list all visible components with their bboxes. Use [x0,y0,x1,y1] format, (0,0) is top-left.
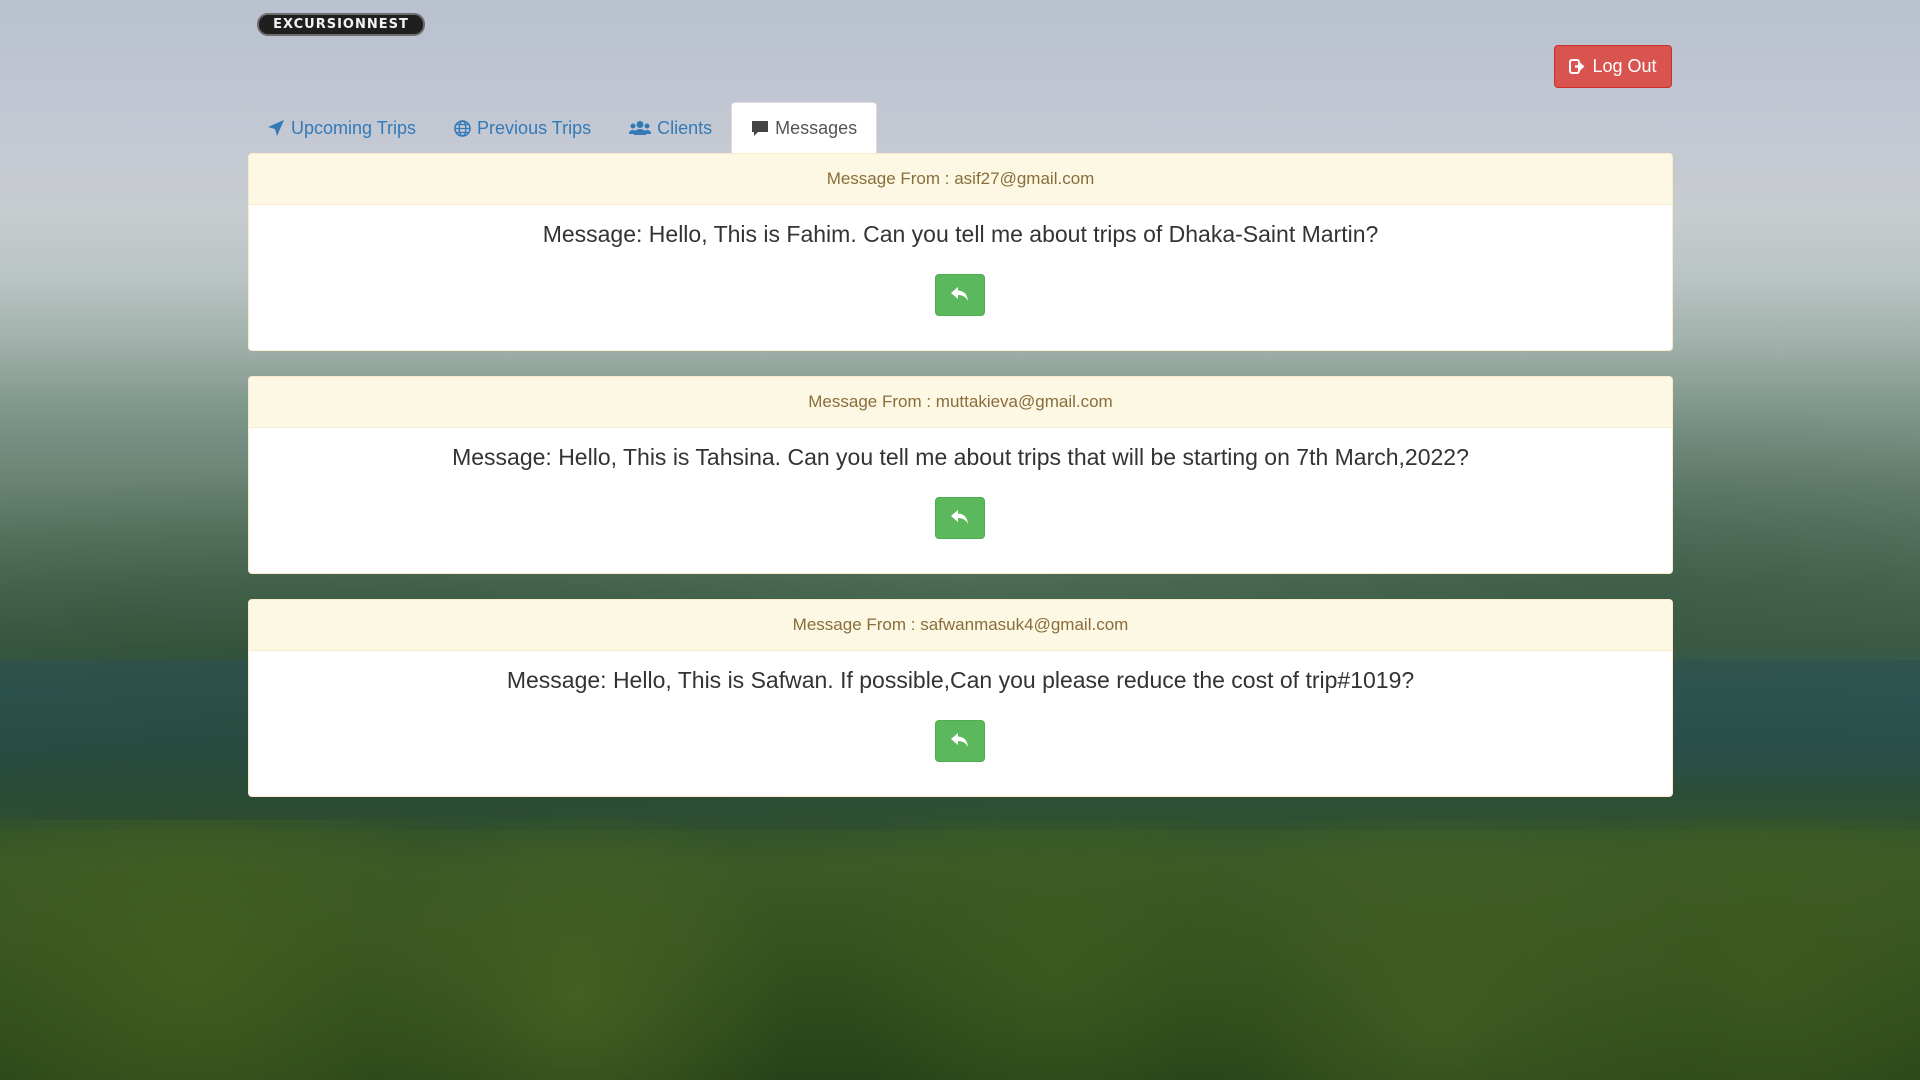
message-sender: Message From : safwanmasuk4@gmail.com [249,600,1672,651]
message-sender: Message From : muttakieva@gmail.com [249,377,1672,428]
tab-messages[interactable]: Messages [731,102,878,154]
paper-plane-icon [267,119,285,137]
reply-icon [950,732,970,751]
message-card: Message From : safwanmasuk4@gmail.com Me… [248,599,1673,797]
comment-icon [751,120,769,137]
logout-label: Log Out [1592,56,1657,76]
brand-logo: EXCURSIONNEST [257,13,425,36]
message-text: Message: Hello, This is Tahsina. Can you… [452,444,1469,470]
globe-icon [454,119,471,137]
message-text: Message: Hello, This is Fahim. Can you t… [542,221,1379,247]
tab-label: Clients [657,117,713,138]
message-card: Message From : muttakieva@gmail.com Mess… [248,376,1673,574]
reply-icon [950,509,970,528]
message-text: Message: Hello, This is Safwan. If possi… [506,667,1415,693]
message-sender: Message From : asif27@gmail.com [249,154,1672,205]
nav-tabs: Upcoming Trips Previous Trips Clients Me… [248,100,878,154]
background-foliage [0,820,1920,1080]
reply-button[interactable] [935,274,985,316]
message-body: Message: Hello, This is Tahsina. Can you… [249,428,1672,573]
message-list: Message From : asif27@gmail.com Message:… [248,153,1673,822]
message-body: Message: Hello, This is Fahim. Can you t… [249,205,1672,350]
tab-label: Upcoming Trips [291,117,417,138]
tab-clients[interactable]: Clients [610,102,731,154]
reply-icon [950,286,970,305]
tab-label: Previous Trips [477,117,592,138]
tab-upcoming-trips[interactable]: Upcoming Trips [248,102,435,154]
reply-button[interactable] [935,497,985,539]
users-icon [629,120,652,136]
reply-button[interactable] [935,720,985,762]
tab-previous-trips[interactable]: Previous Trips [435,102,610,154]
sign-out-icon [1569,59,1586,74]
logout-button[interactable]: Log Out [1554,45,1672,88]
message-body: Message: Hello, This is Safwan. If possi… [249,651,1672,796]
message-card: Message From : asif27@gmail.com Message:… [248,153,1673,351]
tab-label: Messages [775,117,858,138]
